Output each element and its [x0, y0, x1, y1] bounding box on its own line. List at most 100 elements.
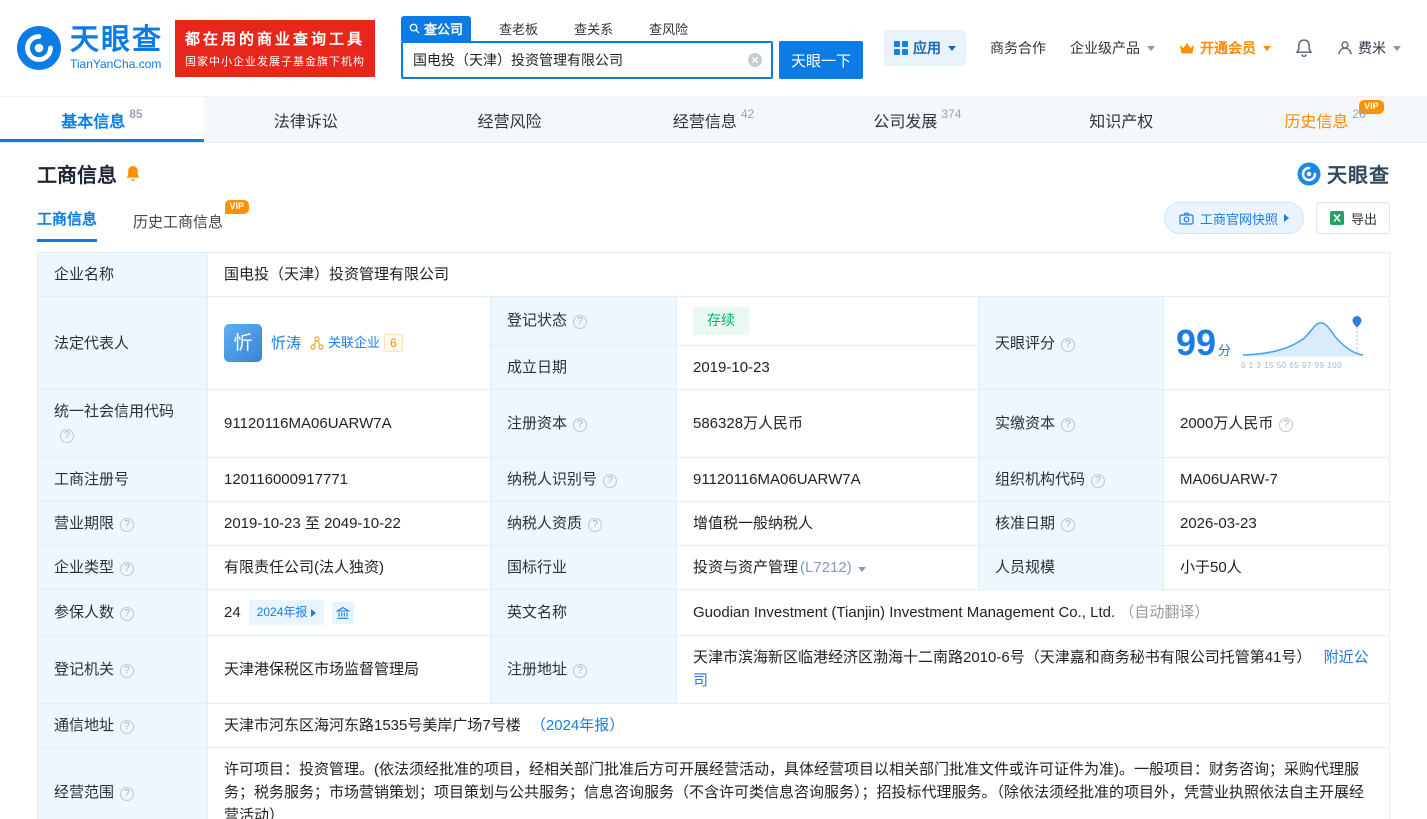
- field-label: 注册资本: [507, 415, 567, 432]
- help-icon[interactable]: [603, 474, 617, 488]
- field-label: 统一社会信用代码: [54, 403, 174, 420]
- score-axis-labels: 0 1 3 15 50 65 97 99 100: [1241, 360, 1366, 372]
- score-value: 99分 0 1 3 15 50 65 97 99 100: [1164, 297, 1390, 390]
- help-icon[interactable]: [1061, 338, 1075, 352]
- score-unit: 分: [1218, 343, 1231, 358]
- industry-code-link[interactable]: (L7212): [800, 559, 852, 576]
- user-icon: [1337, 40, 1353, 56]
- clear-input-icon[interactable]: [747, 52, 763, 68]
- help-icon[interactable]: [60, 429, 74, 443]
- related-companies-link[interactable]: 关联企业: [328, 333, 380, 353]
- nav-user-menu[interactable]: 费米: [1337, 38, 1401, 58]
- nav-vip-label: 开通会员: [1200, 38, 1256, 58]
- search-tab-risk[interactable]: 查风险: [641, 16, 696, 41]
- search-tab-relation[interactable]: 查关系: [566, 16, 621, 41]
- official-snapshot-button[interactable]: 工商官网快照: [1164, 202, 1304, 234]
- tab-legal-litigation[interactable]: 法律诉讼: [204, 97, 408, 142]
- search-tab-label: 查老板: [499, 19, 538, 38]
- help-icon[interactable]: [120, 787, 134, 801]
- top-nav: 应用 商务合作 企业级产品 开通会员 费米: [884, 30, 1401, 66]
- nav-open-vip[interactable]: 开通会员: [1179, 38, 1271, 58]
- camera-icon: [1179, 212, 1194, 225]
- legal-rep-avatar[interactable]: 忻: [224, 324, 262, 362]
- field-label: 企业类型: [54, 559, 114, 576]
- section-title: 工商信息: [37, 159, 117, 188]
- tab-history-info[interactable]: VIP 历史信息 26: [1223, 97, 1427, 142]
- business-info-table: 企业名称 国电投（天津）投资管理有限公司 法定代表人 忻 忻涛 关联企业 6 登…: [37, 252, 1390, 819]
- help-icon[interactable]: [120, 562, 134, 576]
- export-label: 导出: [1351, 209, 1377, 228]
- english-name: Guodian Investment (Tianjin) Investment …: [693, 604, 1115, 621]
- company-type-label: 企业类型: [38, 546, 208, 590]
- nav-apps[interactable]: 应用: [884, 30, 966, 66]
- tianyancha-watermark: 天眼查: [1297, 159, 1390, 188]
- field-value: 2000万人民币: [1180, 415, 1273, 432]
- table-row: 营业期限 2019-10-23 至 2049-10-22 纳税人资质 增值税一般…: [38, 501, 1390, 545]
- help-icon[interactable]: [1061, 418, 1075, 432]
- search-input[interactable]: [401, 41, 773, 79]
- help-icon[interactable]: [1279, 418, 1293, 432]
- legal-rep-name-link[interactable]: 忻涛: [271, 332, 301, 355]
- nav-enterprise-products[interactable]: 企业级产品: [1070, 38, 1155, 58]
- chevron-down-icon[interactable]: [858, 567, 866, 572]
- field-label: 英文名称: [507, 604, 567, 621]
- nav-cooperation[interactable]: 商务合作: [990, 38, 1046, 58]
- tab-intellectual-property[interactable]: 知识产权: [1019, 97, 1223, 142]
- logo-brand: 天眼查: [70, 25, 163, 55]
- help-icon[interactable]: [1091, 474, 1105, 488]
- taxpayer-no-label: 纳税人识别号: [491, 457, 677, 501]
- tab-operation-info[interactable]: 经营信息 42: [612, 97, 816, 142]
- help-icon[interactable]: [588, 518, 602, 532]
- nav-notifications[interactable]: [1295, 38, 1313, 58]
- export-button[interactable]: 导出: [1316, 202, 1390, 234]
- business-term-value: 2019-10-23 至 2049-10-22: [208, 501, 491, 545]
- business-term-label: 营业期限: [38, 501, 208, 545]
- promo-line2: 国家中小企业发展子基金旗下机构: [185, 53, 365, 69]
- related-companies-count[interactable]: 6: [384, 334, 403, 352]
- annual-report-link[interactable]: （2024年报）: [531, 717, 624, 734]
- tab-company-development[interactable]: 公司发展 374: [815, 97, 1019, 142]
- help-icon[interactable]: [120, 720, 134, 734]
- social-insurance-agency-icon[interactable]: [332, 602, 354, 624]
- tab-operation-risk[interactable]: 经营风险: [408, 97, 612, 142]
- apps-grid-icon: [894, 41, 908, 55]
- subtab-business-info[interactable]: 工商信息: [37, 208, 97, 242]
- annual-report-badge[interactable]: 2024年报: [249, 600, 325, 625]
- taxpayer-no-value: 91120116MA06UARW7A: [677, 457, 979, 501]
- chevron-down-icon: [1263, 46, 1271, 51]
- approve-date-value: 2026-03-23: [1164, 501, 1390, 545]
- search-submit-button[interactable]: 天眼一下: [779, 41, 863, 79]
- tianyancha-logo[interactable]: 天眼查 TianYanCha.com: [16, 25, 163, 71]
- section-actions: 工商官网快照 导出: [1164, 202, 1390, 242]
- vip-badge: VIP: [225, 200, 250, 214]
- insured-value: 24 2024年报: [208, 590, 491, 636]
- help-icon[interactable]: [573, 418, 587, 432]
- help-icon[interactable]: [1061, 518, 1075, 532]
- help-icon[interactable]: [573, 664, 587, 678]
- chevron-right-icon: [311, 609, 316, 617]
- table-row: 经营范围 许可项目：投资管理。(依法须经批准的项目，经相关部门批准后方可开展经营…: [38, 747, 1390, 819]
- bell-icon: [1295, 38, 1313, 58]
- table-row: 工商注册号 120116000917771 纳税人识别号 91120116MA0…: [38, 457, 1390, 501]
- help-icon[interactable]: [573, 315, 587, 329]
- tab-label: 经营信息: [673, 108, 737, 132]
- reg-authority-value: 天津港保税区市场监督管理局: [208, 636, 491, 704]
- nav-enterprise-label: 企业级产品: [1070, 38, 1140, 58]
- subtab-label: 工商信息: [37, 211, 97, 228]
- help-icon[interactable]: [120, 664, 134, 678]
- search-tab-company[interactable]: 查公司: [401, 16, 471, 41]
- subscribe-bell-icon[interactable]: [125, 165, 141, 183]
- reg-address-value: 天津市滨海新区临港经济区渤海十二南路2010-6号（天津嘉和商务秘书有限公司托管…: [677, 636, 1390, 704]
- score-curve-chart: 0 1 3 15 50 65 97 99 100: [1241, 315, 1366, 372]
- subtab-history-business-info[interactable]: VIP 历史工商信息: [133, 211, 223, 242]
- search-tab-boss[interactable]: 查老板: [491, 16, 546, 41]
- mail-address-label: 通信地址: [38, 703, 208, 747]
- annual-report-label: 2024年报: [257, 603, 308, 622]
- status-badge: 存续: [693, 307, 749, 335]
- promo-banner: 都在用的商业查询工具 国家中小企业发展子基金旗下机构: [175, 20, 375, 77]
- tab-basic-info[interactable]: 基本信息 85: [0, 97, 204, 142]
- help-icon[interactable]: [120, 607, 134, 621]
- help-icon[interactable]: [120, 518, 134, 532]
- nav-user-label: 费米: [1358, 38, 1386, 58]
- tab-label: 知识产权: [1089, 108, 1153, 132]
